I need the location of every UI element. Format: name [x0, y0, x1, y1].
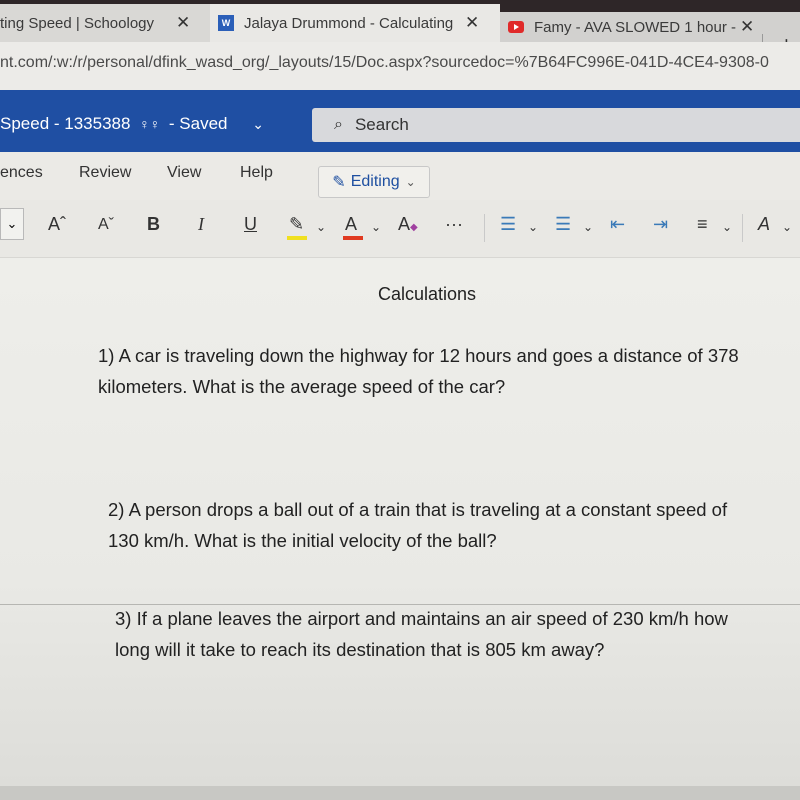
increase-indent-icon[interactable]: ⇥ [653, 214, 668, 235]
question-2: 2) A person drops a ball out of a train … [108, 499, 728, 551]
tab-help[interactable]: Help [240, 164, 273, 182]
tab-view[interactable]: View [167, 164, 201, 182]
styles-icon[interactable]: A [758, 214, 770, 235]
tab-schoology[interactable]: ting Speed | Schoology ✕ [0, 4, 210, 42]
word-title-bar: Speed - 1335388 ♀♀ - Saved ⌄ ⌕ Search [0, 90, 800, 152]
ribbon-tabs: ences Review View Help ✎ Editing ⌄ [0, 152, 800, 200]
close-icon[interactable]: ✕ [176, 13, 190, 33]
document-heading: Calculations [377, 284, 477, 304]
save-status: - Saved [168, 114, 228, 133]
document-title[interactable]: Speed - 1335388 ♀♀ - Saved ⌄ [0, 114, 264, 134]
decrease-indent-icon[interactable]: ⇤ [610, 214, 625, 235]
tab-title: ting Speed | Schoology [0, 14, 155, 32]
numbered-list-icon[interactable]: ☰ [555, 214, 571, 235]
bottom-bezel [0, 786, 800, 800]
tab-title: Famy - AVA SLOWED 1 hour - Yo [534, 18, 739, 36]
tab-review[interactable]: Review [79, 164, 131, 182]
shrink-font-button[interactable]: Aˇ [98, 216, 114, 234]
close-icon[interactable]: ✕ [740, 17, 754, 37]
font-color-bar [343, 236, 363, 240]
more-options-button[interactable]: ··· [445, 214, 463, 235]
editing-label: Editing [350, 173, 400, 190]
clear-formatting-label: A [398, 214, 411, 234]
question-3: 3) If a plane leaves the airport and mai… [115, 608, 728, 660]
highlight-color-bar [287, 236, 307, 240]
browser-tab-strip: ting Speed | Schoology ✕ W Jalaya Drummo… [0, 0, 800, 57]
chevron-down-icon[interactable]: ⌄ [371, 220, 381, 234]
chevron-down-icon[interactable]: ⌄ [316, 220, 326, 234]
font-size-dropdown[interactable]: ⌄ [0, 208, 24, 240]
address-bar[interactable]: nt.com/:w:/r/personal/dfink_wasd_org/_la… [0, 42, 800, 90]
clear-formatting-button[interactable]: A◆ [398, 214, 418, 235]
bold-button[interactable]: B [147, 214, 160, 235]
chevron-down-icon[interactable]: ⌄ [252, 116, 264, 132]
chevron-down-icon[interactable]: ⌄ [528, 220, 538, 234]
youtube-icon [508, 21, 524, 33]
shared-icon: ♀♀ [139, 116, 161, 132]
grow-font-button[interactable]: Aˆ [48, 214, 66, 235]
word-icon: W [218, 15, 234, 31]
italic-button[interactable]: I [198, 214, 204, 235]
align-icon[interactable]: ≡ [697, 214, 708, 235]
font-color-button[interactable]: A [345, 214, 357, 235]
chevron-down-icon: ⌄ [405, 175, 416, 189]
chevron-down-icon[interactable]: ⌄ [722, 220, 732, 234]
question-1: 1) A car is traveling down the highway f… [98, 345, 739, 397]
tab-references[interactable]: ences [0, 164, 43, 182]
tab-title: Jalaya Drummond - Calculating [244, 14, 454, 32]
close-icon[interactable]: ✕ [465, 13, 479, 33]
bullet-list-icon[interactable]: ☰ [500, 214, 516, 235]
search-input[interactable]: ⌕ Search [312, 108, 800, 142]
tab-word-document[interactable]: W Jalaya Drummond - Calculating ✕ [210, 4, 500, 42]
pencil-icon: ✎ [332, 174, 346, 191]
toolbar-divider [484, 214, 485, 242]
search-placeholder: Search [354, 115, 409, 134]
chevron-down-icon[interactable]: ⌄ [782, 220, 792, 234]
highlight-icon[interactable]: ✎ [289, 214, 304, 235]
underline-button[interactable]: U [244, 214, 257, 235]
chevron-down-icon[interactable]: ⌄ [583, 220, 593, 234]
eraser-icon: ◆ [410, 222, 418, 233]
tab-youtube[interactable]: Famy - AVA SLOWED 1 hour - Yo ✕ [500, 12, 800, 42]
document-name: Speed - 1335388 [0, 114, 131, 133]
url-text[interactable]: nt.com/:w:/r/personal/dfink_wasd_org/_la… [0, 54, 769, 72]
search-icon: ⌕ [334, 116, 343, 133]
editing-mode-button[interactable]: ✎ Editing ⌄ [318, 166, 430, 198]
document-canvas[interactable]: Calculations 1) A car is traveling down … [0, 258, 800, 800]
formatting-toolbar: ⌄ Aˆ Aˇ B I U ✎ ⌄ A ⌄ A◆ ··· ☰ ⌄ ☰ ⌄ ⇤ ⇥… [0, 200, 800, 258]
toolbar-divider [742, 214, 743, 242]
